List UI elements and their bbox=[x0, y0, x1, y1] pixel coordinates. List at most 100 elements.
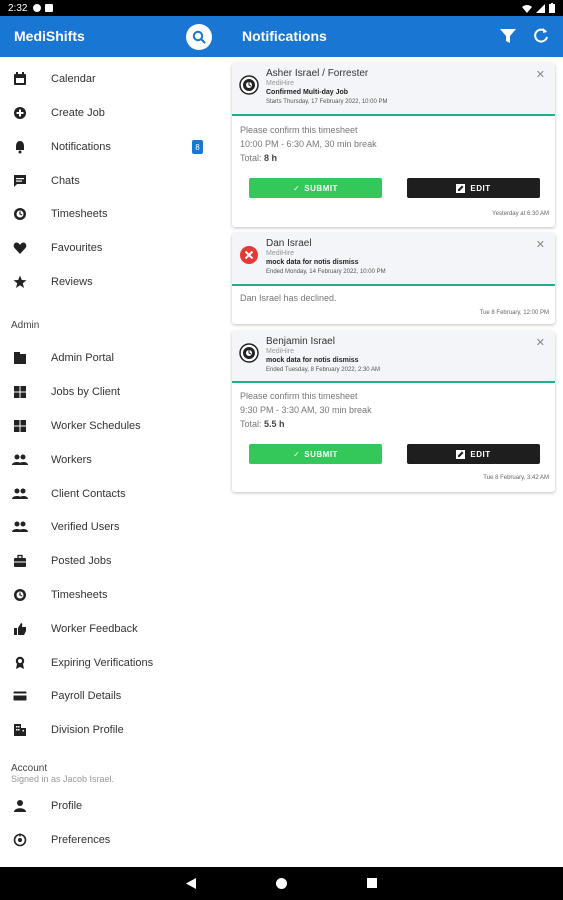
sidebar-item-expiring-verifications[interactable]: Expiring Verifications bbox=[0, 648, 224, 678]
admin-section-label: Admin bbox=[11, 320, 40, 331]
filter-button[interactable] bbox=[499, 28, 519, 46]
sidebar-item-admin-portal[interactable]: Admin Portal bbox=[0, 343, 224, 373]
total-label: Total: bbox=[240, 153, 262, 163]
sidebar-item-profile[interactable]: Profile bbox=[0, 791, 224, 821]
sidebar-item-label: Preferences bbox=[51, 834, 111, 846]
notifications-list: Asher Israel / Forrester MediHire Confir… bbox=[224, 57, 563, 867]
dismiss-close-icon[interactable]: ✕ bbox=[536, 238, 545, 251]
sidebar-item-label: Jobs by Client bbox=[51, 386, 121, 398]
notification-body-intro: Dan Israel has declined. bbox=[240, 293, 337, 303]
sidebar-item-label: Payroll Details bbox=[51, 690, 122, 702]
building-icon bbox=[12, 722, 28, 738]
recents-icon[interactable] bbox=[367, 878, 377, 888]
sidebar-item-label: Chats bbox=[51, 175, 80, 187]
notification-org: MediHire bbox=[266, 80, 295, 87]
sidebar-item-chats[interactable]: Chats bbox=[0, 166, 224, 196]
status-bar: 2:32 bbox=[0, 0, 563, 16]
sidebar-item-label: Worker Schedules bbox=[51, 420, 141, 432]
dismiss-close-icon[interactable]: ✕ bbox=[536, 336, 545, 349]
sidebar-item-label: Client Contacts bbox=[51, 488, 126, 500]
battery-icon bbox=[549, 3, 555, 13]
notification-body-shift: 9:30 PM - 3:30 AM, 30 min break bbox=[240, 405, 372, 415]
grid-icon bbox=[12, 418, 28, 434]
notification-date: Ended Monday, 14 February 2022, 10:00 PM bbox=[266, 269, 386, 275]
notification-date: Ended Tuesday, 8 February 2022, 2:30 AM bbox=[266, 367, 380, 373]
sidebar-item-label: Profile bbox=[51, 800, 83, 812]
app-bar: MediShifts Notifications bbox=[0, 16, 563, 57]
edit-button-label: EDIT bbox=[470, 183, 491, 193]
notification-card[interactable]: Asher Israel / Forrester MediHire Confir… bbox=[232, 63, 555, 227]
account-section-label: Account bbox=[11, 763, 48, 774]
notification-status: mock data for notis dismiss bbox=[266, 259, 359, 266]
dismiss-close-icon[interactable]: ✕ bbox=[536, 68, 545, 81]
chat-icon bbox=[12, 173, 28, 189]
submit-button[interactable]: ✓ SUBMIT bbox=[249, 444, 382, 464]
sidebar-item-label: Worker Feedback bbox=[51, 623, 138, 635]
total-value: 8 h bbox=[264, 153, 278, 163]
sidebar-item-client-contacts[interactable]: Client Contacts bbox=[0, 479, 224, 509]
timesheet-icon bbox=[12, 206, 28, 222]
signal-icon bbox=[536, 3, 545, 13]
sidebar-item-label: Admin Portal bbox=[51, 352, 114, 364]
sidebar-item-payroll-details[interactable]: Payroll Details bbox=[0, 681, 224, 711]
sidebar-item-worker-feedback[interactable]: Worker Feedback bbox=[0, 614, 224, 644]
check-icon: ✓ bbox=[293, 183, 301, 193]
sidebar-item-timesheets[interactable]: Timesheets bbox=[0, 199, 224, 229]
notification-body-intro: Please confirm this timesheet bbox=[240, 391, 358, 401]
sidebar-item-label: Timesheets bbox=[51, 208, 108, 220]
page-title: Notifications bbox=[242, 28, 327, 44]
sidebar-item-label: Calendar bbox=[51, 73, 96, 85]
search-button[interactable] bbox=[186, 24, 212, 50]
notification-date: Starts Thursday, 17 February 2022, 10:00… bbox=[266, 99, 388, 105]
total-value: 5.5 h bbox=[264, 419, 285, 429]
portal-icon bbox=[12, 350, 28, 366]
grid-icon bbox=[12, 384, 28, 400]
sidebar-item-label: Posted Jobs bbox=[51, 555, 112, 567]
sidebar-item-label: Verified Users bbox=[51, 521, 120, 533]
submit-button[interactable]: ✓ SUBMIT bbox=[249, 178, 382, 198]
home-icon[interactable] bbox=[276, 878, 287, 889]
sidebar-item-jobs-by-client[interactable]: Jobs by Client bbox=[0, 377, 224, 407]
timesheet-avatar-icon bbox=[239, 343, 259, 363]
timesheet-icon bbox=[12, 587, 28, 603]
people-icon bbox=[12, 486, 28, 502]
notification-org: MediHire bbox=[266, 348, 295, 355]
notification-status-icon bbox=[33, 4, 42, 12]
notification-status: mock data for notis dismiss bbox=[266, 357, 359, 364]
thumbs-up-icon bbox=[12, 621, 28, 637]
sidebar-item-workers[interactable]: Workers bbox=[0, 445, 224, 475]
submit-button-label: SUBMIT bbox=[304, 449, 338, 459]
credit-card-icon bbox=[12, 688, 28, 704]
briefcase-icon bbox=[12, 553, 28, 569]
sidebar-item-label: Timesheets bbox=[51, 589, 108, 601]
award-icon bbox=[12, 655, 28, 671]
signed-in-as-label: Signed in as Jacob Israel. bbox=[11, 774, 115, 784]
notification-card[interactable]: Benjamin Israel MediHire mock data for n… bbox=[232, 331, 555, 492]
refresh-button[interactable] bbox=[532, 27, 552, 47]
app-brand: MediShifts bbox=[14, 28, 85, 44]
notification-org: MediHire bbox=[266, 250, 295, 257]
notification-card[interactable]: Dan Israel MediHire mock data for notis … bbox=[232, 233, 555, 324]
sidebar-item-preferences[interactable]: Preferences bbox=[0, 825, 224, 855]
sidebar-item-notifications[interactable]: Notifications 8 bbox=[0, 132, 224, 162]
sidebar-item-calendar[interactable]: Calendar bbox=[0, 64, 224, 94]
system-nav-bar bbox=[0, 867, 563, 900]
sidebar-item-admin-timesheets[interactable]: Timesheets bbox=[0, 580, 224, 610]
sim-status-icon bbox=[45, 4, 54, 12]
sidebar-item-label: Create Job bbox=[51, 107, 105, 119]
back-icon[interactable] bbox=[186, 878, 196, 889]
notification-card-body: Dan Israel has declined. Tue 8 February,… bbox=[232, 286, 555, 324]
sidebar-item-worker-schedules[interactable]: Worker Schedules bbox=[0, 411, 224, 441]
edit-button[interactable]: EDIT bbox=[407, 178, 540, 198]
star-icon bbox=[12, 274, 28, 290]
sidebar-item-division-profile[interactable]: Division Profile bbox=[0, 715, 224, 745]
notification-card-header: Dan Israel MediHire mock data for notis … bbox=[232, 233, 555, 286]
sidebar-item-reviews[interactable]: Reviews bbox=[0, 267, 224, 297]
sidebar-item-favourites[interactable]: Favourites bbox=[0, 233, 224, 263]
sidebar-item-create-job[interactable]: Create Job bbox=[0, 98, 224, 128]
search-icon bbox=[192, 30, 206, 44]
notification-body-total: Total: 8 h bbox=[240, 153, 277, 163]
sidebar-item-verified-users[interactable]: Verified Users bbox=[0, 512, 224, 542]
edit-button[interactable]: EDIT bbox=[407, 444, 540, 464]
sidebar-item-posted-jobs[interactable]: Posted Jobs bbox=[0, 546, 224, 576]
